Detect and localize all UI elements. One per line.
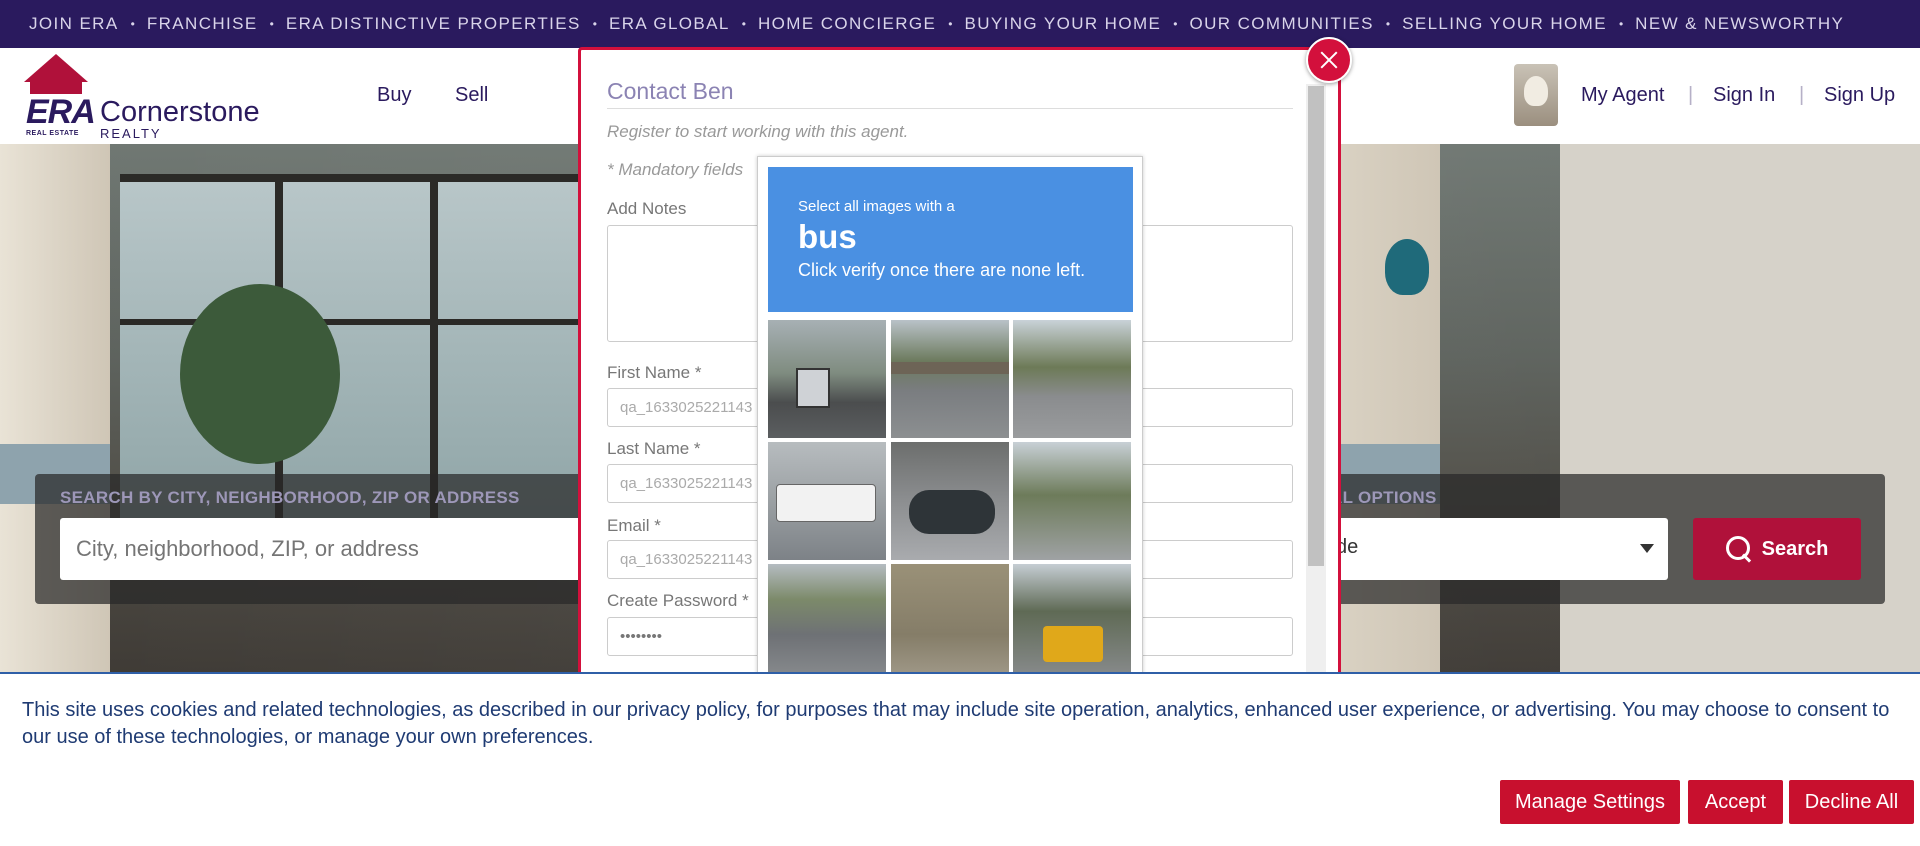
header-separator: | [1688,84,1694,106]
nav-separator: • [741,17,746,31]
nav-separator: • [1173,17,1178,31]
search-icon [1725,536,1752,562]
captcha-tile[interactable] [768,564,886,682]
nav-buying-your-home[interactable]: BUYING YOUR HOME [964,14,1161,34]
cookie-text: This site uses cookies and related techn… [22,699,1890,748]
nav-distinctive-properties[interactable]: ERA DISTINCTIVE PROPERTIES [286,14,581,34]
sign-in-link[interactable]: Sign In [1713,84,1775,107]
mandatory-note: * Mandatory fields [607,160,744,179]
search-input[interactable] [60,518,630,580]
captcha-tile[interactable] [891,442,1009,560]
nav-separator: • [269,17,274,31]
hero-window-frame [120,319,590,325]
tile-bus-shape [796,368,830,408]
logo-roof-icon [24,54,88,82]
search-label: SEARCH BY CITY, NEIGHBORHOOD, ZIP OR ADD… [60,488,520,507]
logo-real-estate-text: REAL ESTATE [26,130,79,137]
nav-sell[interactable]: Sell [455,84,488,107]
tile-bridge-shape [891,362,1009,374]
password-label: Create Password * [607,591,749,610]
tile-bus-shape [776,484,876,522]
modal-divider [607,108,1293,109]
top-nav: JOIN ERA • FRANCHISE • ERA DISTINCTIVE P… [0,0,1920,48]
captcha-tile[interactable] [891,564,1009,682]
close-icon[interactable] [1306,37,1352,83]
nav-home-concierge[interactable]: HOME CONCIERGE [758,14,936,34]
hero-vase [1385,239,1429,295]
nav-selling-your-home[interactable]: SELLING YOUR HOME [1402,14,1607,34]
logo-era-text: ERA [24,93,97,131]
nav-separator: • [1618,17,1624,31]
agent-photo [1524,76,1548,106]
manage-settings-button[interactable]: Manage Settings [1500,780,1680,824]
captcha-tile[interactable] [891,320,1009,438]
last-name-label: Last Name * [607,439,701,458]
nav-franchise[interactable]: FRANCHISE [147,14,258,34]
captcha-tile[interactable] [768,320,886,438]
decline-all-button[interactable]: Decline All [1789,780,1914,824]
nav-our-communities[interactable]: OUR COMMUNITIES [1190,14,1374,34]
search-button[interactable]: Search [1693,518,1861,580]
hero-plant [180,284,340,464]
nav-buy[interactable]: Buy [377,84,411,107]
accept-button[interactable]: Accept [1688,780,1783,824]
search-button-label: Search [1761,537,1829,560]
agent-avatar[interactable] [1514,64,1558,126]
era-logo[interactable]: ERA REAL ESTATE Cornerstone REALTY [22,54,272,141]
sign-up-link[interactable]: Sign Up [1824,84,1895,107]
captcha-tile[interactable] [768,442,886,560]
chevron-down-icon [1640,544,1654,553]
captcha-instruction: Select all images with a [798,198,955,215]
header-separator: | [1799,84,1805,106]
captcha-tile[interactable] [1013,320,1131,438]
nav-separator: • [592,17,597,31]
email-label: Email * [607,516,661,535]
logo-realty-text: REALTY [100,126,162,141]
nav-separator: • [1385,17,1391,31]
captcha-hint: Click verify once there are none left. [798,260,1086,280]
my-agent-link[interactable]: My Agent [1581,84,1664,107]
logo-brand-text: Cornerstone [100,96,260,128]
nav-separator: • [130,17,135,31]
modal-title: Contact Ben [607,78,734,104]
nav-separator: • [948,17,953,31]
nav-new-newsworthy[interactable]: NEW & NEWSWORTHY [1635,14,1844,34]
nav-join-era[interactable]: JOIN ERA [29,14,119,34]
captcha-tile[interactable] [1013,564,1131,682]
scrollbar-thumb[interactable] [1308,86,1324,566]
captcha-target: bus [798,218,857,255]
modal-subtitle: Register to start working with this agen… [607,122,909,141]
modal-scrollbar[interactable] [1306,84,1326,678]
captcha-tile[interactable] [1013,442,1131,560]
tile-school-bus-shape [1043,626,1103,662]
notes-label: Add Notes [607,199,687,218]
tile-car-shape [909,490,995,534]
options-select[interactable]: de [1330,518,1668,580]
hero-window-frame [120,174,590,182]
options-label: AL OPTIONS [1330,488,1437,507]
nav-era-global[interactable]: ERA GLOBAL [609,14,730,34]
first-name-label: First Name * [607,363,702,382]
